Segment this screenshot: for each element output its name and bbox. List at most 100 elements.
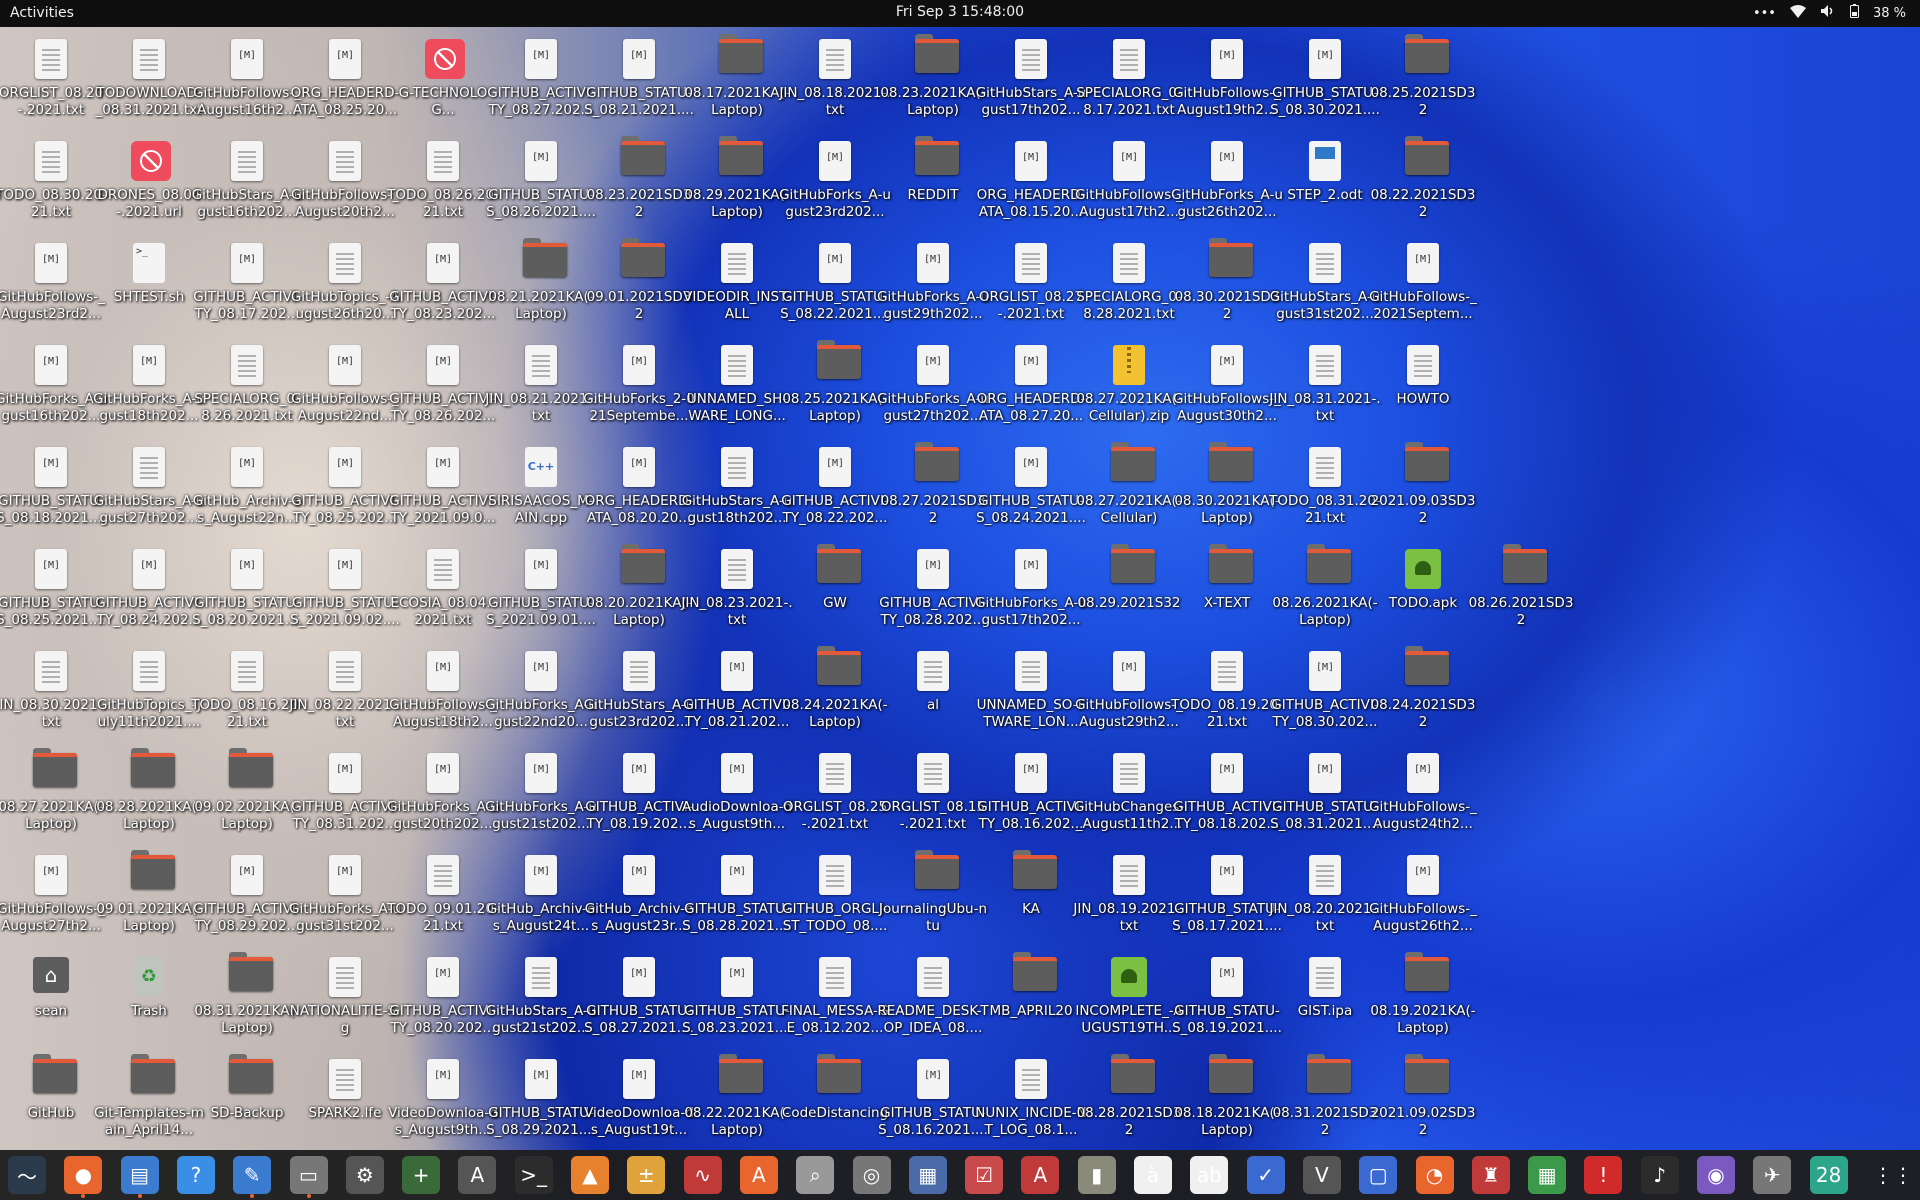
desktop-icon[interactable]: 08.19.2021KA(-Laptop) [1365,949,1481,1049]
folder-icon [1209,544,1253,583]
overflow-menu-icon[interactable]: ••• [1753,6,1776,21]
html-file-icon [35,447,67,487]
folder-icon [131,748,175,787]
text-file-icon [1113,39,1145,79]
music-icon[interactable]: ♪ [1640,1156,1679,1194]
text-file-icon [721,345,753,385]
mario-icon[interactable]: ♜ [1471,1156,1510,1194]
clock[interactable]: Fri Sep 3 15:48:00 [0,4,1920,20]
text-file-icon [1113,855,1145,895]
desktop-icon[interactable]: 08.25.2021SD32 [1365,31,1481,131]
disc-icon[interactable]: ◎ [852,1156,891,1194]
desktop-icon[interactable]: 08.22.2021SD32 [1365,133,1481,233]
dictionary-icon[interactable]: ab [1190,1156,1229,1194]
desktop-icon[interactable]: 08.26.2021SD32 [1463,541,1579,641]
tasks-icon[interactable]: ✓ [1246,1156,1285,1194]
html-file-icon [427,1059,459,1099]
desktop[interactable]: ORGLIST_08.20-.2021.txt TODOWNLOAD-_08.31… [0,27,1920,1150]
vlc-icon[interactable]: ▲ [571,1156,609,1194]
checklist-icon[interactable]: ☑ [965,1156,1004,1194]
text-file-icon [1309,957,1341,997]
folder-icon [131,1054,175,1093]
firefox-icon[interactable]: ● [64,1156,103,1198]
android-package-icon [1405,549,1441,589]
text-file-icon [525,345,557,385]
text-editor-icon[interactable]: ▤ [120,1156,159,1198]
calendar-icon[interactable]: 28 [1809,1156,1848,1194]
text-file-icon [329,1059,361,1099]
files-icon[interactable]: ▭ [289,1156,328,1198]
folder-icon [1405,34,1449,73]
html-file-icon [623,753,655,793]
calculator-icon[interactable]: ± [627,1156,666,1194]
help-icon[interactable]: ? [176,1156,215,1194]
app-grid-icon[interactable]: ⋮⋮ [1873,1156,1913,1194]
blocked-link-icon [425,39,465,79]
fonts-icon[interactable]: à [1134,1156,1172,1194]
vim-icon[interactable]: V [1302,1156,1341,1194]
image-viewer-icon[interactable]: ▦ [908,1156,947,1194]
folder-icon [1405,646,1449,685]
desktop-icon[interactable]: GitHubFollows-_August24th2... [1365,745,1481,845]
html-file-icon [623,447,655,487]
writer-icon[interactable]: ✎ [233,1156,272,1198]
desktop-icon-label: 2021.09.02SD32 [1370,1105,1476,1138]
text-file-icon [721,447,753,487]
desktop-icon[interactable]: 2021.09.02SD32 [1365,1051,1481,1151]
folder-icon [229,748,273,787]
html-file-icon [721,753,753,793]
html-file-icon [917,243,949,283]
settings-icon[interactable]: ⚙ [345,1156,384,1194]
battery-icon[interactable] [1849,4,1859,22]
battery-percentage[interactable]: 38 % [1873,6,1906,21]
desktop-icon[interactable]: HOWTO [1365,337,1481,437]
android-package-icon [1111,957,1147,997]
html-file-icon [231,549,263,589]
text-file-icon [35,651,67,691]
wifi-icon[interactable] [1789,4,1806,22]
ubuntu-one-icon[interactable]: ◔ [1415,1156,1454,1194]
html-file-icon [427,957,459,997]
text-file-icon [1113,753,1145,793]
folder-icon [817,646,861,685]
satellite-icon[interactable]: ✈ [1753,1156,1792,1194]
html-file-icon [525,1059,557,1099]
software-updater-icon[interactable]: A [458,1156,497,1194]
html-file-icon [427,651,459,691]
folder-icon [1209,238,1253,277]
text-file-icon [329,957,361,997]
archive-icon[interactable]: ▮ [1077,1156,1116,1194]
spreadsheet-icon[interactable]: ▦ [1528,1156,1567,1194]
folder-icon [33,1054,77,1093]
terminal-plus-icon[interactable]: + [402,1156,441,1194]
system-monitor-icon[interactable]: 〜 [8,1156,46,1194]
text-file-icon [917,651,949,691]
chart-icon[interactable]: ∿ [683,1156,722,1194]
app-center-icon[interactable]: A [739,1156,778,1194]
html-file-icon [819,243,851,283]
html-file-icon [917,345,949,385]
desktop-icon[interactable]: 08.24.2021SD32 [1365,643,1481,743]
html-file-icon [1211,753,1243,793]
pdf-icon[interactable]: A [1021,1156,1060,1194]
html-file-icon [35,549,67,589]
alert-icon[interactable]: ! [1584,1156,1623,1194]
text-file-icon [819,855,851,895]
folder-icon [1209,1054,1253,1093]
folder-icon [621,136,665,175]
system-tray[interactable]: ••• 38 % [1753,4,1906,22]
desktop-icon[interactable]: 2021.09.03SD32 [1365,439,1481,539]
html-file-icon [427,243,459,283]
folder-icon [1405,1054,1449,1093]
desktop-icon[interactable]: GitHubFollows-_2021Septem... [1365,235,1481,335]
desktop-icon[interactable]: GitHubFollows-_August26th2... [1365,847,1481,947]
html-file-icon [1015,141,1047,181]
search-tool-icon[interactable]: ⌕ [796,1156,835,1194]
html-file-icon [1211,39,1243,79]
text-file-icon [231,651,263,691]
folder-icon [719,1054,763,1093]
camera-icon[interactable]: ◉ [1697,1156,1735,1194]
volume-icon[interactable] [1820,4,1836,22]
terminal-icon[interactable]: >_ [514,1156,553,1194]
screen-icon[interactable]: ▢ [1359,1156,1398,1194]
